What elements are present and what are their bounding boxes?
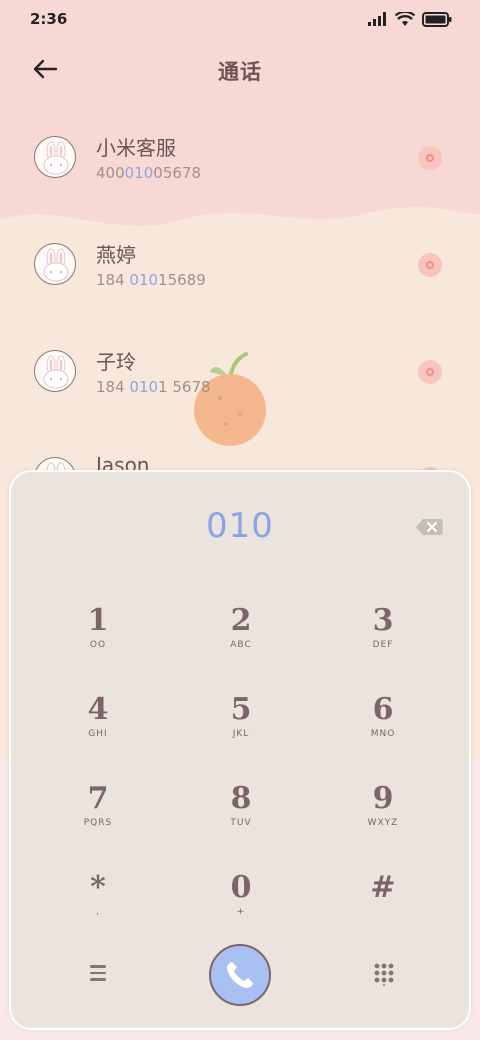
call-action-icon[interactable] [418,360,442,384]
key-0[interactable]: 0 + [181,861,301,941]
key-letters: PQRS [83,818,113,828]
key-digit: 3 [372,603,394,638]
key-digit: * [90,870,106,905]
number-suffix: 05678 [153,164,201,182]
avatar [34,350,76,392]
bunny-avatar-icon [43,248,69,282]
key-digit: 5 [230,692,252,727]
number-prefix: 184 [96,378,130,396]
key-letters: ABC [230,640,252,650]
key-1[interactable]: 1 OO [38,594,158,674]
contact-name: 燕婷 [96,243,136,267]
key-star[interactable]: * , [38,861,158,941]
contact-number: 184 0101 5678 [96,378,211,396]
key-5[interactable]: 5 JKL [181,683,301,763]
key-digit: 8 [230,781,252,816]
menu-button[interactable] [85,960,111,986]
battery-icon [422,11,452,27]
key-hash[interactable]: # [323,861,443,941]
wifi-icon [395,11,415,26]
key-letters: JKL [232,729,250,739]
key-letters: , [96,907,100,917]
key-4[interactable]: 4 GHI [38,683,158,763]
key-letters: TUV [230,818,252,828]
key-digit: # [370,870,396,905]
contact-number: 184 01015689 [96,271,206,289]
key-letters: WXYZ [367,818,399,828]
key-digit: 9 [372,781,394,816]
key-digit: 2 [230,603,252,638]
key-9[interactable]: 9 WXYZ [323,772,443,852]
key-digit: 6 [372,692,394,727]
dialpad-panel: 010 1 OO 2 ABC 3 DEF 4 GHI 5 JKL 6 MNO 7… [9,470,471,1030]
status-bar: 2:36 [0,0,480,38]
key-8[interactable]: 8 TUV [181,772,301,852]
number-prefix: 184 [96,271,130,289]
key-7[interactable]: 7 PQRS [38,772,158,852]
list-item[interactable]: 子玲 184 0101 5678 [0,326,480,433]
list-item[interactable]: 小米客服 40001005678 [0,112,480,219]
call-action-icon[interactable] [418,146,442,170]
bunny-avatar-icon [43,141,69,175]
number-match: 010 [129,378,159,396]
key-3[interactable]: 3 DEF [323,594,443,674]
key-digit: 0 [230,870,252,905]
number-suffix: 1 5678 [158,378,211,396]
key-letters: MNO [370,729,396,739]
page-title: 通话 [218,60,262,84]
contact-number: 40001005678 [96,164,201,182]
dialpad-toggle-icon[interactable] [373,962,395,986]
key-letters: GHI [88,729,108,739]
key-letters: DEF [372,640,394,650]
contact-name: 小米客服 [96,136,176,160]
call-action-icon[interactable] [418,253,442,277]
call-button[interactable] [209,944,271,1006]
bunny-avatar-icon [43,355,69,389]
number-suffix: 15689 [158,271,206,289]
signal-icon [368,12,386,26]
number-match: 010 [129,271,159,289]
number-prefix: 400 [96,164,125,182]
number-match: 010 [124,164,154,182]
key-letters: OO [89,640,107,650]
key-digit: 4 [87,692,109,727]
header: 通话 [0,44,480,94]
list-item[interactable]: 燕婷 184 01015689 [0,219,480,326]
backspace-icon[interactable] [415,518,443,536]
avatar [34,243,76,285]
key-letters: + [236,907,246,917]
key-digit: 7 [87,781,109,816]
key-2[interactable]: 2 ABC [181,594,301,674]
contact-name: 子玲 [96,350,136,374]
avatar [34,136,76,178]
phone-icon [227,962,253,988]
key-6[interactable]: 6 MNO [323,683,443,763]
key-digit: 1 [87,603,109,638]
status-time: 2:36 [30,10,68,28]
dialed-number: 010 [206,506,274,546]
